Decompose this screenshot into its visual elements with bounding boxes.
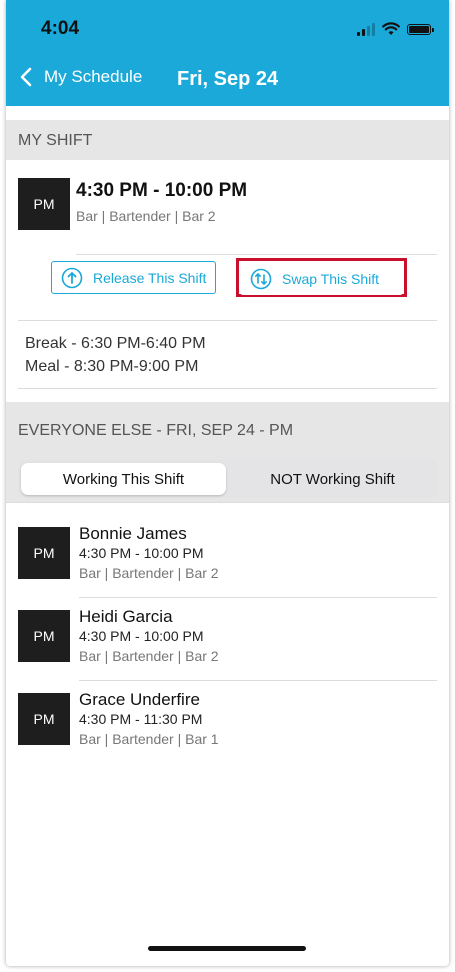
my-shift-header: MY SHIFT xyxy=(6,120,449,160)
shift-role: Bar | Bartender | Bar 2 xyxy=(76,208,216,224)
everyone-else-header: EVERYONE ELSE - FRI, SEP 24 - PM xyxy=(6,402,449,450)
back-button[interactable]: My Schedule xyxy=(16,66,142,88)
divider xyxy=(18,320,437,321)
app-screen: 4:04 My Schedule Fri, Sep 24 MY SHIFT PM… xyxy=(6,0,449,966)
status-time: 4:04 xyxy=(41,18,80,39)
person-badge: PM xyxy=(18,527,70,579)
person-shift-time: 4:30 PM - 10:00 PM xyxy=(79,628,204,644)
shift-time: 4:30 PM - 10:00 PM xyxy=(76,180,248,201)
status-icons xyxy=(357,20,434,38)
working-segmented-control: Working This Shift NOT Working Shift xyxy=(18,460,438,498)
divider xyxy=(79,680,437,681)
chevron-left-icon xyxy=(20,67,32,87)
person-shift-time: 4:30 PM - 11:30 PM xyxy=(79,711,203,727)
divider xyxy=(79,597,437,598)
home-indicator[interactable] xyxy=(148,946,306,951)
tab-working-this-shift[interactable]: Working This Shift xyxy=(21,463,226,495)
person-name: Heidi Garcia xyxy=(79,607,173,626)
person-role: Bar | Bartender | Bar 2 xyxy=(79,565,219,581)
release-arrow-icon xyxy=(61,267,83,288)
header-bar: 4:04 My Schedule Fri, Sep 24 xyxy=(6,0,449,106)
shift-badge: PM xyxy=(18,178,70,230)
divider xyxy=(18,388,437,389)
battery-icon xyxy=(407,23,434,35)
person-name: Bonnie James xyxy=(79,524,187,543)
divider xyxy=(76,254,437,255)
swap-shift-button[interactable]: Swap This Shift xyxy=(240,262,403,295)
divider xyxy=(6,502,449,503)
person-role: Bar | Bartender | Bar 2 xyxy=(79,648,219,664)
swap-shift-label: Swap This Shift xyxy=(282,270,380,287)
swap-arrows-icon xyxy=(250,268,272,289)
person-shift-time: 4:30 PM - 10:00 PM xyxy=(79,545,204,561)
break-time: Break - 6:30 PM-6:40 PM xyxy=(25,335,206,352)
wifi-icon xyxy=(382,22,400,35)
back-label: My Schedule xyxy=(44,67,143,86)
person-badge: PM xyxy=(18,610,70,662)
release-shift-label: Release This Shift xyxy=(93,269,207,286)
page-title: Fri, Sep 24 xyxy=(177,68,279,90)
person-name: Grace Underfire xyxy=(79,690,200,709)
signal-icon xyxy=(357,22,375,36)
person-badge: PM xyxy=(18,693,70,745)
person-role: Bar | Bartender | Bar 1 xyxy=(79,731,219,747)
meal-time: Meal - 8:30 PM-9:00 PM xyxy=(25,358,199,375)
release-shift-button[interactable]: Release This Shift xyxy=(51,261,216,294)
tab-not-working-shift[interactable]: NOT Working Shift xyxy=(230,463,435,495)
